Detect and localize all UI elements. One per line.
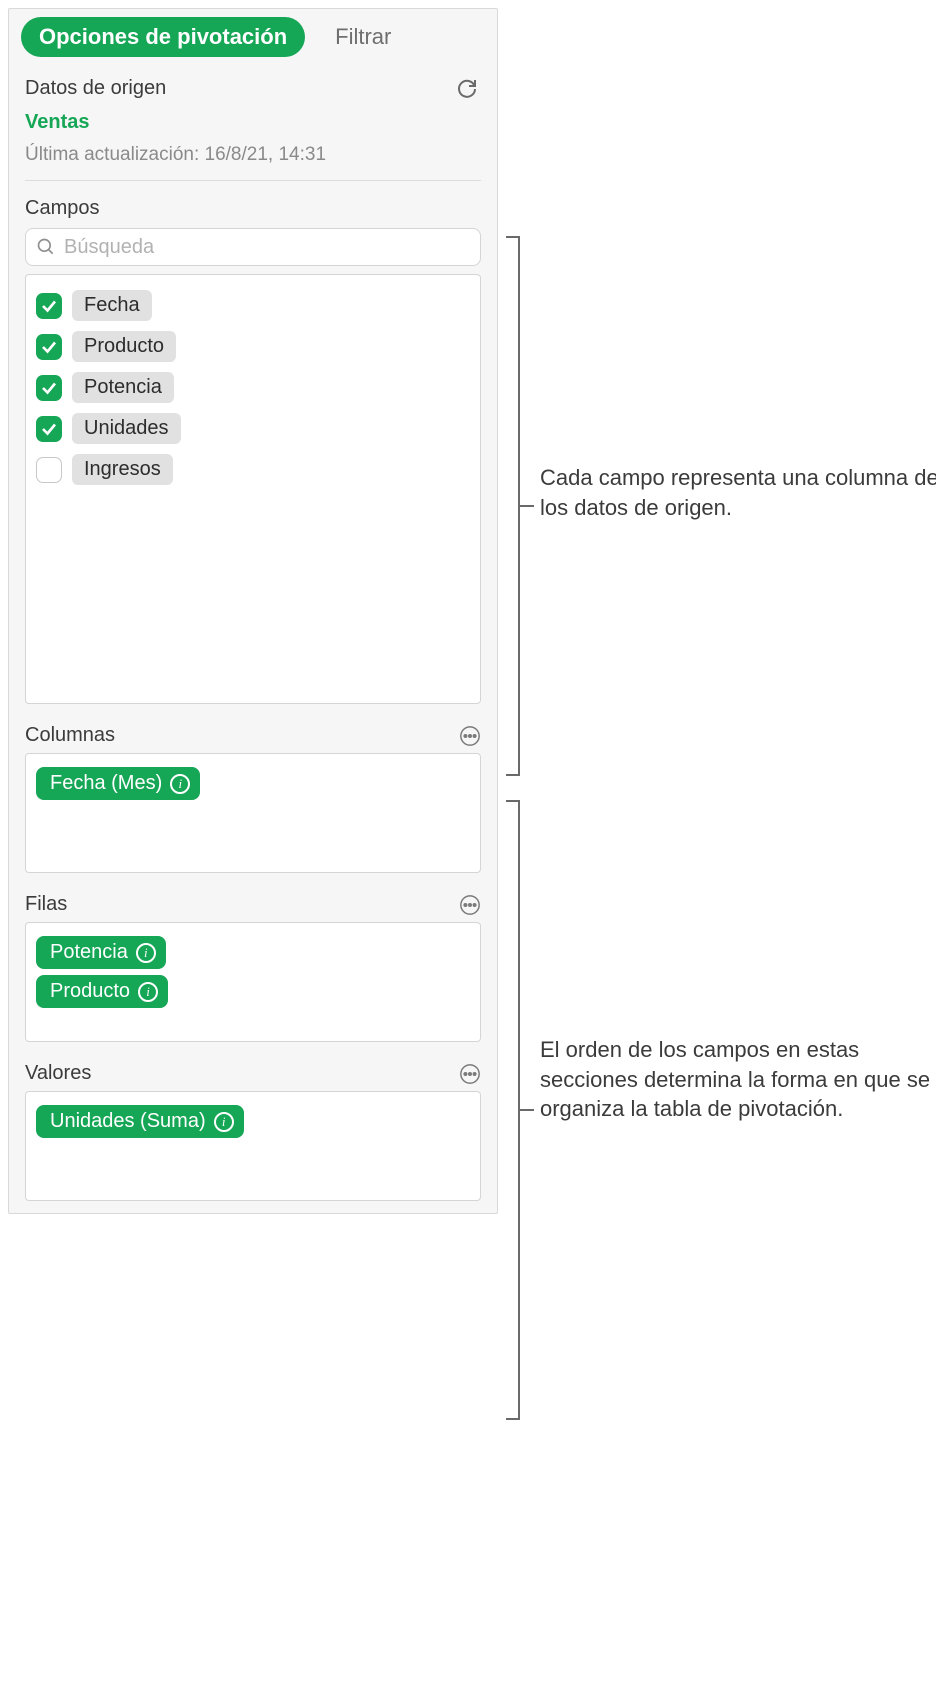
values-heading: Valores: [25, 1062, 91, 1085]
check-icon: [40, 338, 58, 356]
info-icon[interactable]: i: [136, 943, 156, 963]
field-checkbox-producto[interactable]: [36, 334, 62, 360]
check-icon: [40, 379, 58, 397]
field-chip-unidades[interactable]: Unidades: [72, 413, 181, 444]
tab-pivot-options[interactable]: Opciones de pivotación: [21, 17, 305, 57]
field-chip-potencia[interactable]: Potencia: [72, 372, 174, 403]
refresh-icon: [455, 75, 479, 99]
info-icon[interactable]: i: [214, 1112, 234, 1132]
rows-more-button[interactable]: [459, 894, 481, 916]
info-icon[interactable]: i: [138, 982, 158, 1002]
search-field-wrapper[interactable]: [25, 228, 481, 266]
column-pill-fecha-mes[interactable]: Fecha (Mes) i: [36, 767, 200, 800]
field-row: Potencia: [36, 367, 470, 408]
source-data-heading: Datos de origen: [25, 77, 166, 100]
columns-heading: Columnas: [25, 724, 115, 747]
callout-bracket-top: [506, 236, 520, 776]
fields-list: Fecha Producto Potencia Unidades: [25, 274, 481, 704]
callout-bracket-bottom: [506, 800, 520, 1420]
tab-filter[interactable]: Filtrar: [335, 24, 391, 50]
tab-bar: Opciones de pivotación Filtrar: [9, 9, 497, 71]
check-icon: [40, 297, 58, 315]
field-chip-producto[interactable]: Producto: [72, 331, 176, 362]
row-pill-potencia[interactable]: Potencia i: [36, 936, 166, 969]
refresh-button[interactable]: [455, 75, 481, 101]
values-more-button[interactable]: [459, 1063, 481, 1085]
callout-text-fields: Cada campo representa una columna de los…: [540, 463, 936, 522]
field-chip-fecha[interactable]: Fecha: [72, 290, 152, 321]
columns-zone[interactable]: Fecha (Mes) i: [25, 753, 481, 873]
field-checkbox-fecha[interactable]: [36, 293, 62, 319]
fields-heading: Campos: [25, 197, 481, 220]
row-pill-producto[interactable]: Producto i: [36, 975, 168, 1008]
more-icon: [459, 894, 481, 916]
search-icon: [36, 237, 56, 257]
value-pill-unidades-suma[interactable]: Unidades (Suma) i: [36, 1105, 244, 1138]
pill-label: Unidades (Suma): [50, 1110, 206, 1133]
field-checkbox-unidades[interactable]: [36, 416, 62, 442]
field-checkbox-ingresos[interactable]: [36, 457, 62, 483]
info-icon[interactable]: i: [170, 774, 190, 794]
callout-tick: [520, 1109, 534, 1111]
values-zone[interactable]: Unidades (Suma) i: [25, 1091, 481, 1201]
field-row: Producto: [36, 326, 470, 367]
columns-more-button[interactable]: [459, 725, 481, 747]
callout-tick: [520, 505, 534, 507]
field-chip-ingresos[interactable]: Ingresos: [72, 454, 173, 485]
divider: [25, 180, 481, 181]
more-icon: [459, 725, 481, 747]
last-updated-label: Última actualización: 16/8/21, 14:31: [25, 144, 481, 166]
field-row: Fecha: [36, 285, 470, 326]
field-row: Ingresos: [36, 449, 470, 490]
pill-label: Potencia: [50, 941, 128, 964]
fields-search-input[interactable]: [64, 236, 470, 259]
callout-text-zones: El orden de los campos en estas seccione…: [540, 1035, 936, 1124]
check-icon: [40, 420, 58, 438]
field-checkbox-potencia[interactable]: [36, 375, 62, 401]
pill-label: Producto: [50, 980, 130, 1003]
more-icon: [459, 1063, 481, 1085]
pill-label: Fecha (Mes): [50, 772, 162, 795]
field-row: Unidades: [36, 408, 470, 449]
rows-heading: Filas: [25, 893, 67, 916]
pivot-options-panel: Opciones de pivotación Filtrar Datos de …: [8, 8, 498, 1214]
source-table-name[interactable]: Ventas: [25, 111, 481, 134]
rows-zone[interactable]: Potencia i Producto i: [25, 922, 481, 1042]
